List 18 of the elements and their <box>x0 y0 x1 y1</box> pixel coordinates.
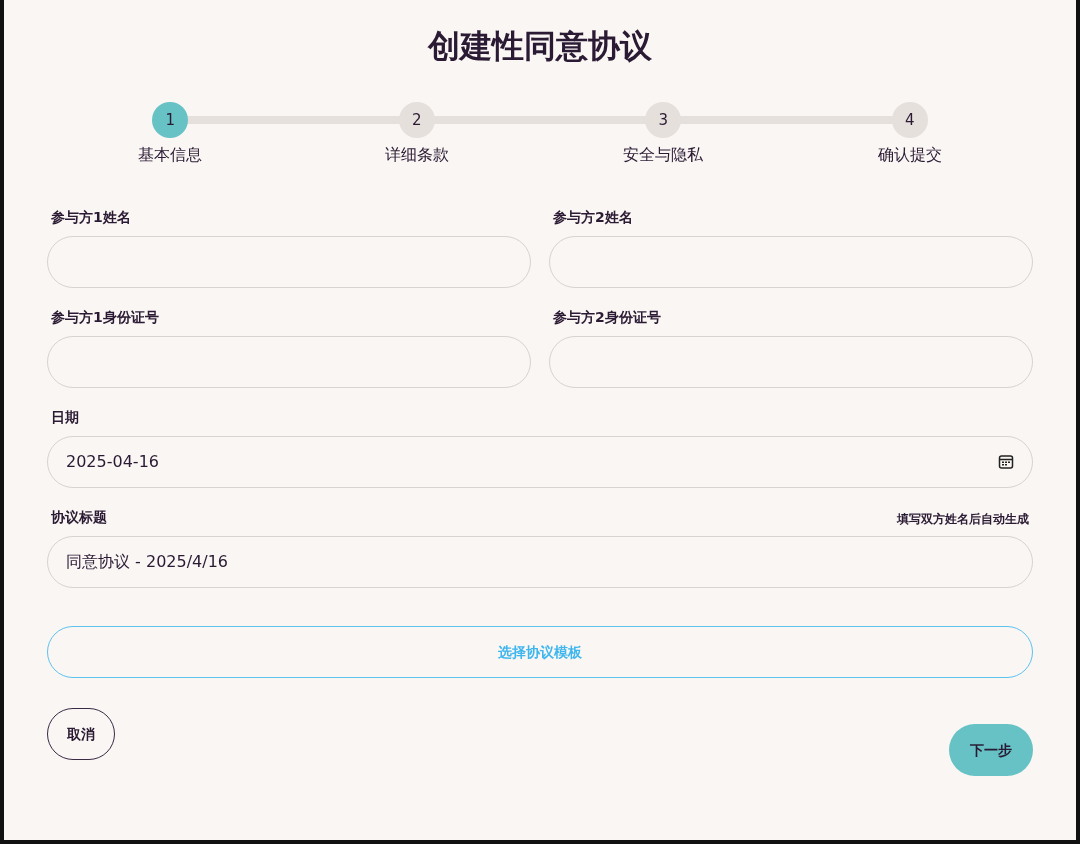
step-label: 详细条款 <box>384 144 449 166</box>
field-label: 参与方2姓名 <box>553 208 633 227</box>
page-title: 创建性同意协议 <box>426 26 653 67</box>
field-label: 参与方2身份证号 <box>553 308 661 327</box>
step-number[interactable]: 3 <box>645 102 682 138</box>
step-number[interactable]: 2 <box>398 102 435 138</box>
field-label: 参与方1身份证号 <box>51 308 159 327</box>
next-button[interactable]: 下一步 <box>949 724 1033 776</box>
field-hint: 填写双方姓名后自动生成 <box>897 511 1029 528</box>
step-label: 安全与隐私 <box>623 144 704 166</box>
field-label: 协议标题 <box>51 508 107 527</box>
field-label: 参与方1姓名 <box>51 208 131 227</box>
step-label: 基本信息 <box>138 144 203 166</box>
step-label: 确认提交 <box>877 144 942 166</box>
step-number[interactable]: 4 <box>891 102 928 138</box>
step-number[interactable]: 1 <box>152 102 189 138</box>
field-label: 日期 <box>51 408 79 427</box>
calendar-icon[interactable] <box>998 454 1014 470</box>
